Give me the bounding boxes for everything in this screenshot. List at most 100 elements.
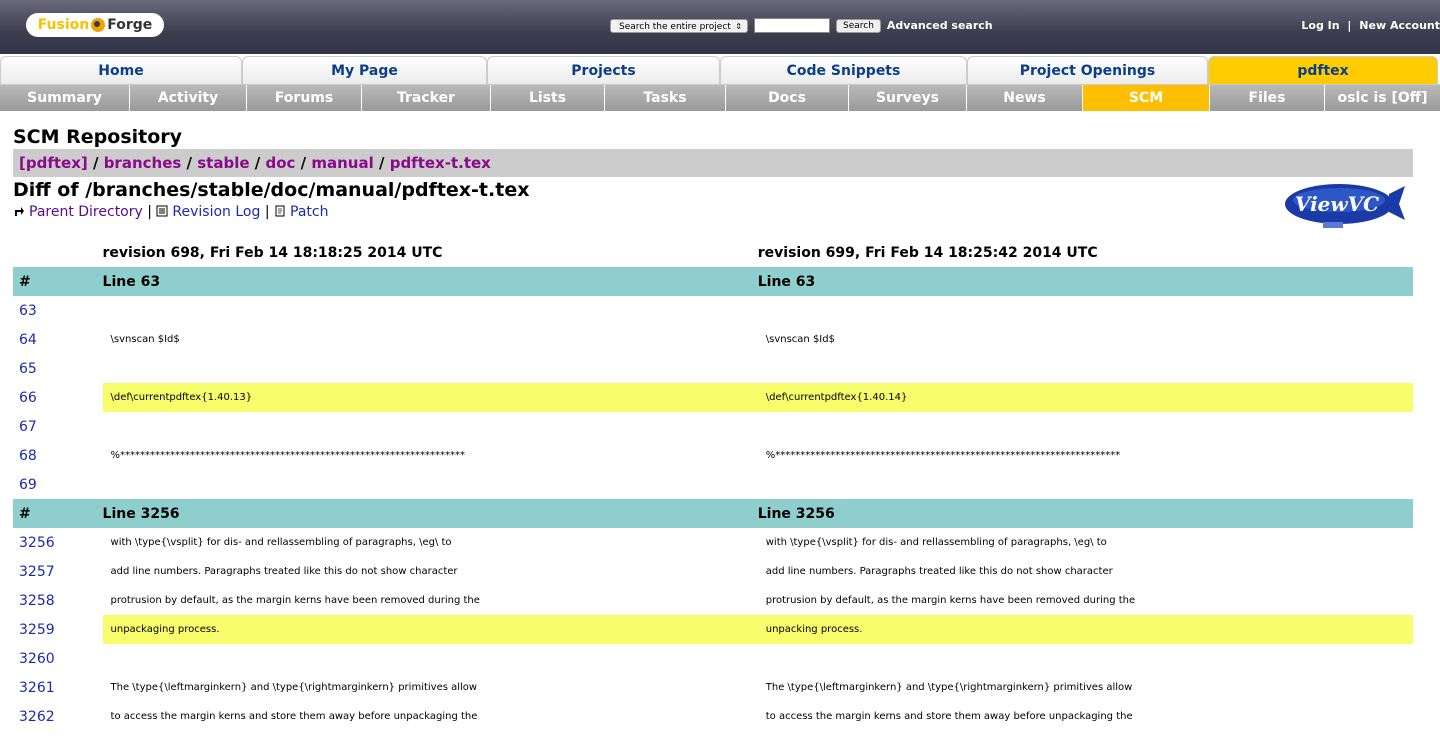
logo-ball-icon bbox=[91, 18, 106, 32]
subtab-lists[interactable]: Lists bbox=[491, 85, 605, 111]
breadcrumb-branches[interactable]: branches bbox=[104, 154, 182, 172]
top-header: Fusion Forge Search the entire project ⇕… bbox=[0, 0, 1440, 54]
tab-projects[interactable]: Projects bbox=[487, 56, 720, 84]
subtab-files[interactable]: Files bbox=[1210, 85, 1325, 111]
tab-home[interactable]: Home bbox=[0, 56, 242, 84]
sub-tabs: Summary Activity Forums Tracker Lists Ta… bbox=[0, 85, 1440, 111]
breadcrumb-sep: / bbox=[254, 154, 261, 172]
breadcrumb-file[interactable]: pdftex-t.tex bbox=[390, 154, 491, 172]
breadcrumb-sep: / bbox=[92, 154, 99, 172]
line-number-link[interactable]: 3260 bbox=[13, 644, 103, 673]
search-area: Search the entire project ⇕ Search Advan… bbox=[610, 18, 993, 33]
diff-row: 3257 add line numbers. Paragraphs treated… bbox=[13, 557, 1413, 586]
line-number-link[interactable]: 3258 bbox=[13, 586, 103, 615]
right-code-cell: add line numbers. Paragraphs treated lik… bbox=[758, 557, 1413, 586]
breadcrumb-pdftex[interactable]: [pdftex] bbox=[19, 154, 88, 172]
diff-table: revision 698, Fri Feb 14 18:18:25 2014 U… bbox=[13, 238, 1413, 731]
line-number-link[interactable]: 63 bbox=[13, 296, 103, 325]
line-number-link[interactable]: 67 bbox=[13, 412, 103, 441]
breadcrumb-manual[interactable]: manual bbox=[311, 154, 373, 172]
breadcrumb-stable[interactable]: stable bbox=[197, 154, 249, 172]
subtab-activity[interactable]: Activity bbox=[130, 85, 247, 111]
left-code-text: unpackaging process. bbox=[110, 624, 220, 635]
viewvc-logo-text: ViewVC bbox=[1295, 192, 1379, 216]
viewvc-logo[interactable]: ViewVC bbox=[1283, 182, 1407, 230]
subtab-tasks[interactable]: Tasks bbox=[605, 85, 726, 111]
revision-header-row: revision 698, Fri Feb 14 18:18:25 2014 U… bbox=[13, 238, 1413, 267]
right-code-cell: to access the margin kerns and store the… bbox=[758, 702, 1413, 731]
login-link[interactable]: Log In bbox=[1301, 19, 1339, 32]
subtab-forums[interactable]: Forums bbox=[247, 85, 362, 111]
line-number-link[interactable]: 68 bbox=[13, 441, 103, 470]
left-code-cell: \svnscan $Id$ bbox=[103, 325, 758, 354]
subtab-news[interactable]: News bbox=[967, 85, 1083, 111]
diff-row: 3261 The \type{\leftmarginkern} and \type… bbox=[13, 673, 1413, 702]
section-label-right: Line 63 bbox=[757, 267, 1413, 296]
breadcrumb-sep: / bbox=[186, 154, 193, 172]
subtab-oslc[interactable]: oslc is [Off] bbox=[1325, 85, 1440, 111]
right-code-cell bbox=[758, 354, 1413, 383]
line-number-link[interactable]: 3257 bbox=[13, 557, 103, 586]
left-code-text: \svnscan $Id$ bbox=[110, 334, 180, 345]
diff-row: 68 %*************************************… bbox=[13, 441, 1413, 470]
main-tabs: Home My Page Projects Code Snippets Proj… bbox=[0, 54, 1440, 85]
right-code-text: \def\currentpdftex{1.40.14} bbox=[765, 392, 908, 403]
line-number-link[interactable]: 64 bbox=[13, 325, 103, 354]
right-code-cell: protrusion by default, as the margin ker… bbox=[758, 586, 1413, 615]
search-button[interactable]: Search bbox=[836, 18, 881, 33]
main-content: SCM Repository [pdftex] / branches / sta… bbox=[13, 124, 1413, 725]
left-code-text: \def\currentpdftex{1.40.13} bbox=[110, 392, 253, 403]
revision-log-link[interactable]: Revision Log bbox=[172, 204, 260, 220]
new-account-link[interactable]: New Account bbox=[1359, 19, 1440, 32]
left-code-cell: with \type{\vsplit} for dis- and rellass… bbox=[103, 528, 758, 557]
subtab-tracker[interactable]: Tracker bbox=[362, 85, 491, 111]
left-code-text: The \type{\leftmarginkern} and \type{\ri… bbox=[110, 682, 478, 693]
left-revision-label: revision 698, Fri Feb 14 18:18:25 2014 U… bbox=[102, 244, 443, 261]
diff-row: 67 bbox=[13, 412, 1413, 441]
right-revision-label: revision 699, Fri Feb 14 18:25:42 2014 U… bbox=[757, 244, 1098, 261]
section-header-row: # Line 63 Line 63 bbox=[13, 267, 1413, 296]
subtab-scm[interactable]: SCM bbox=[1083, 85, 1210, 111]
patch-link[interactable]: Patch bbox=[290, 204, 328, 220]
left-code-cell bbox=[103, 296, 758, 325]
line-number-link[interactable]: 3256 bbox=[13, 528, 103, 557]
fusionforge-logo[interactable]: Fusion Forge bbox=[26, 13, 164, 37]
breadcrumb-doc[interactable]: doc bbox=[265, 154, 295, 172]
right-code-cell: unpacking process. bbox=[757, 615, 1413, 644]
subtab-summary[interactable]: Summary bbox=[0, 85, 130, 111]
left-code-cell bbox=[103, 412, 758, 441]
right-code-text: unpacking process. bbox=[765, 624, 863, 635]
right-code-text: add line numbers. Paragraphs treated lik… bbox=[765, 566, 1113, 577]
right-code-text: protrusion by default, as the margin ker… bbox=[765, 595, 1136, 606]
diff-row: 3260 bbox=[13, 644, 1413, 673]
tab-pdftex[interactable]: pdftex bbox=[1208, 56, 1438, 84]
line-number-link[interactable]: 3261 bbox=[13, 673, 103, 702]
tab-project-openings[interactable]: Project Openings bbox=[967, 56, 1208, 84]
patch-icon bbox=[275, 205, 285, 217]
line-number-link[interactable]: 66 bbox=[13, 383, 103, 412]
line-number-link[interactable]: 3259 bbox=[13, 615, 103, 644]
left-code-cell: unpackaging process. bbox=[102, 615, 758, 644]
parent-directory-link[interactable]: Parent Directory bbox=[29, 204, 143, 220]
left-code-cell: The \type{\leftmarginkern} and \type{\ri… bbox=[103, 673, 758, 702]
diff-row: 3262 to access the margin kerns and store… bbox=[13, 702, 1413, 731]
tab-code-snippets[interactable]: Code Snippets bbox=[720, 56, 967, 84]
diff-row: 3258 protrusion by default, as the margin… bbox=[13, 586, 1413, 615]
tab-my-page[interactable]: My Page bbox=[242, 56, 487, 84]
right-code-cell: \def\currentpdftex{1.40.14} bbox=[757, 383, 1413, 412]
subtab-surveys[interactable]: Surveys bbox=[849, 85, 967, 111]
line-number-link[interactable]: 69 bbox=[13, 470, 103, 499]
diff-nav-links: Parent Directory | Revision Log | Patch bbox=[13, 202, 1413, 222]
right-code-cell bbox=[758, 412, 1413, 441]
line-number-link[interactable]: 65 bbox=[13, 354, 103, 383]
left-code-cell bbox=[103, 470, 758, 499]
line-number-link[interactable]: 3262 bbox=[13, 702, 103, 731]
subtab-docs[interactable]: Docs bbox=[726, 85, 849, 111]
search-input[interactable] bbox=[754, 18, 830, 33]
search-scope-select[interactable]: Search the entire project ⇕ bbox=[610, 18, 748, 33]
diff-body: # Line 63 Line 63 63 64 \svnscan $Id$ \svnscan… bbox=[13, 267, 1413, 731]
right-code-text: The \type{\leftmarginkern} and \type{\ri… bbox=[765, 682, 1133, 693]
section-label-left: Line 63 bbox=[102, 267, 758, 296]
section-header-row: # Line 3256 Line 3256 bbox=[13, 499, 1413, 528]
advanced-search-link[interactable]: Advanced search bbox=[887, 19, 993, 32]
